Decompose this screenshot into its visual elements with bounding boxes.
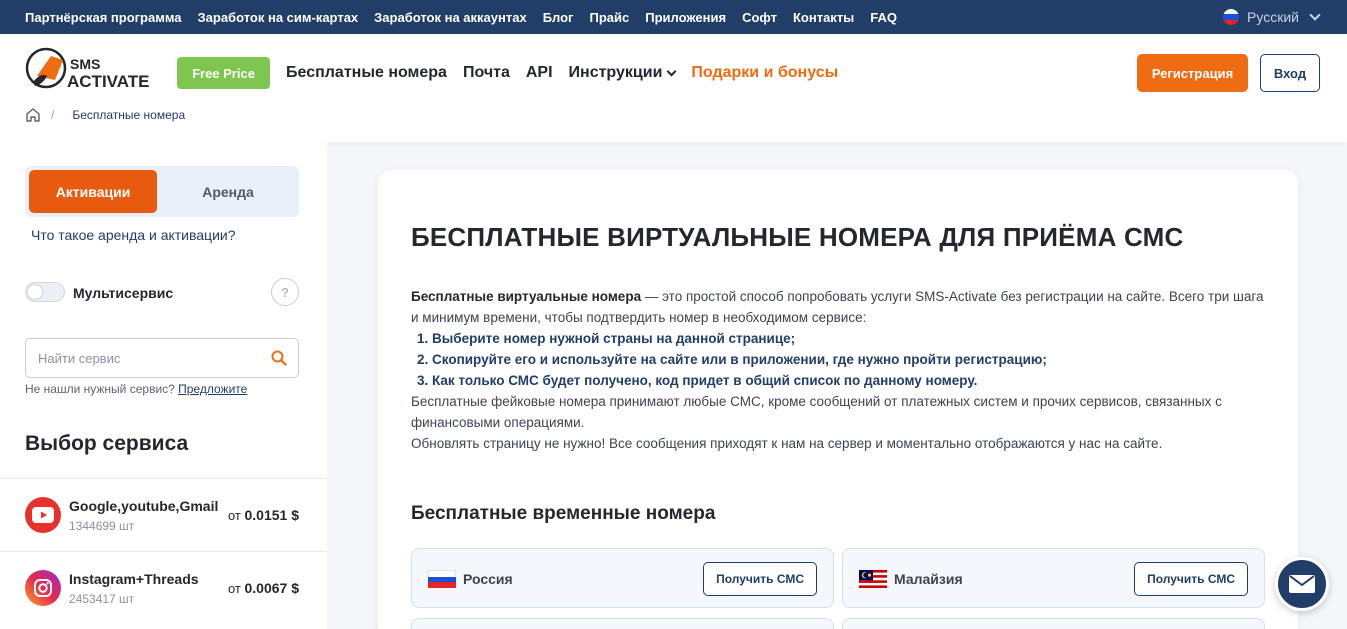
mode-tabs: Активации Аренда [25,166,299,217]
svg-text:ACTIVATE: ACTIVATE [67,72,149,91]
multiservice-toggle[interactable] [25,282,65,302]
get-sms-button[interactable]: Получить СМС [703,562,817,596]
nav-instructions-label: Инструкции [568,64,663,81]
youtube-icon [25,497,61,533]
russia-flag-icon [428,570,456,588]
not-found-text: Не нашли нужный сервис? [25,382,175,396]
home-icon[interactable] [25,107,41,122]
login-button[interactable]: Вход [1260,54,1320,92]
nav-free-numbers[interactable]: Бесплатные номера [286,64,447,82]
suggest-link[interactable]: Предложите [178,382,247,396]
steps-list: 1. Выберите номер нужной страны на данно… [411,328,1271,391]
number-card-next[interactable] [411,618,834,629]
top-link-apps[interactable]: Приложения [645,10,726,25]
step-item: 2. Скопируйте его и используйте на сайте… [417,352,1047,367]
register-button[interactable]: Регистрация [1137,54,1248,92]
country-name: Малайзия [894,571,963,587]
free-price-button[interactable]: Free Price [177,57,270,89]
service-name: Instagram+Threads [69,571,199,587]
help-icon[interactable]: ? [271,278,299,306]
price-prefix: от [227,508,241,523]
breadcrumb-separator: / [51,107,55,122]
service-name: Google,youtube,Gmail [69,498,219,514]
support-chat-button[interactable] [1275,557,1329,611]
step-item: 1. Выберите номер нужной страны на данно… [417,331,796,346]
intro-bold: Бесплатные виртуальные номера [411,289,642,304]
service-row-instagram[interactable]: Instagram+Threads 2453417 шт от 0.0067 $ [0,551,327,624]
service-row-google[interactable]: Google,youtube,Gmail 1344699 шт от 0.015… [0,478,327,551]
free-numbers-card: БЕСПЛАТНЫЕ ВИРТУАЛЬНЫЕ НОМЕРА ДЛЯ ПРИЁМА… [378,170,1298,629]
what-is-rent-link[interactable]: Что такое аренда и активации? [31,227,236,243]
number-card-next[interactable] [842,618,1265,629]
get-sms-button[interactable]: Получить СМС [1134,562,1248,596]
sms-activate-logo[interactable]: SMS ACTIVATE [25,46,155,98]
search-icon[interactable] [271,350,287,366]
top-link-sim-earnings[interactable]: Заработок на сим-картах [198,10,359,25]
service-price: от 0.0067 $ [228,580,299,596]
step-item: 3. Как только СМС будет получено, код пр… [417,373,978,388]
nav-api[interactable]: API [526,64,553,82]
note-paragraph: Обновлять страницу не нужно! Все сообщен… [411,436,1163,451]
nav-instructions-dropdown[interactable]: Инструкции [568,64,677,82]
instagram-icon [25,570,61,606]
service-search [25,338,299,378]
language-label: Русский [1247,9,1299,25]
top-nav: Партнёрская программа Заработок на сим-к… [25,10,897,25]
top-link-partner[interactable]: Партнёрская программа [25,10,182,25]
service-count: 1344699 шт [69,519,135,533]
nav-mail[interactable]: Почта [463,64,510,82]
top-link-faq[interactable]: FAQ [870,10,897,25]
top-link-account-earnings[interactable]: Заработок на аккаунтах [374,10,527,25]
breadcrumb: / Бесплатные номера [25,107,185,122]
nav-gifts[interactable]: Подарки и бонусы [691,64,838,82]
sidebar: Активации Аренда Что такое аренда и акти… [0,142,327,629]
search-input[interactable] [27,340,257,376]
main-nav: Бесплатные номера Почта API Инструкции П… [286,64,838,82]
note-paragraph: Бесплатные фейковые номера принимают люб… [411,394,1222,430]
top-link-contacts[interactable]: Контакты [793,10,854,25]
malaysia-flag-icon [859,570,887,588]
intro-text: Бесплатные виртуальные номера — это прос… [411,286,1271,454]
header: SMS ACTIVATE Free Price Бесплатные номер… [0,34,1347,142]
page-title: БЕСПЛАТНЫЕ ВИРТУАЛЬНЫЕ НОМЕРА ДЛЯ ПРИЁМА… [411,222,1184,252]
not-found-hint: Не нашли нужный сервис? Предложите [25,382,247,396]
service-price: от 0.0151 $ [228,507,299,523]
number-card-malaysia[interactable]: Малайзия Получить СМС [842,548,1265,608]
language-selector[interactable]: Русский [1223,0,1321,34]
chevron-down-icon [1309,9,1321,21]
multiservice-label: Мультисервис [73,285,174,301]
tab-activations[interactable]: Активации [29,170,157,213]
tab-rent[interactable]: Аренда [161,170,295,213]
service-select-title: Выбор сервиса [25,432,189,455]
service-count: 2453417 шт [69,592,135,606]
top-link-soft[interactable]: Софт [742,10,777,25]
breadcrumb-current[interactable]: Бесплатные номера [72,108,185,122]
country-name: Россия [463,571,513,587]
intro-paragraph: Бесплатные виртуальные номера — это прос… [411,286,1271,328]
top-link-blog[interactable]: Блог [543,10,574,25]
top-link-price[interactable]: Прайс [589,10,629,25]
top-bar: Партнёрская программа Заработок на сим-к… [0,0,1347,34]
chevron-down-icon [666,66,677,76]
price-prefix: от [227,581,241,596]
price-value: 0.0067 $ [244,580,300,596]
svg-text:SMS: SMS [70,56,100,72]
mail-icon [1289,575,1315,593]
russia-flag-icon [1223,9,1240,25]
price-value: 0.0151 $ [244,507,300,523]
section-subtitle: Бесплатные временные номера [411,503,716,524]
number-card-russia[interactable]: Россия Получить СМС [411,548,834,608]
